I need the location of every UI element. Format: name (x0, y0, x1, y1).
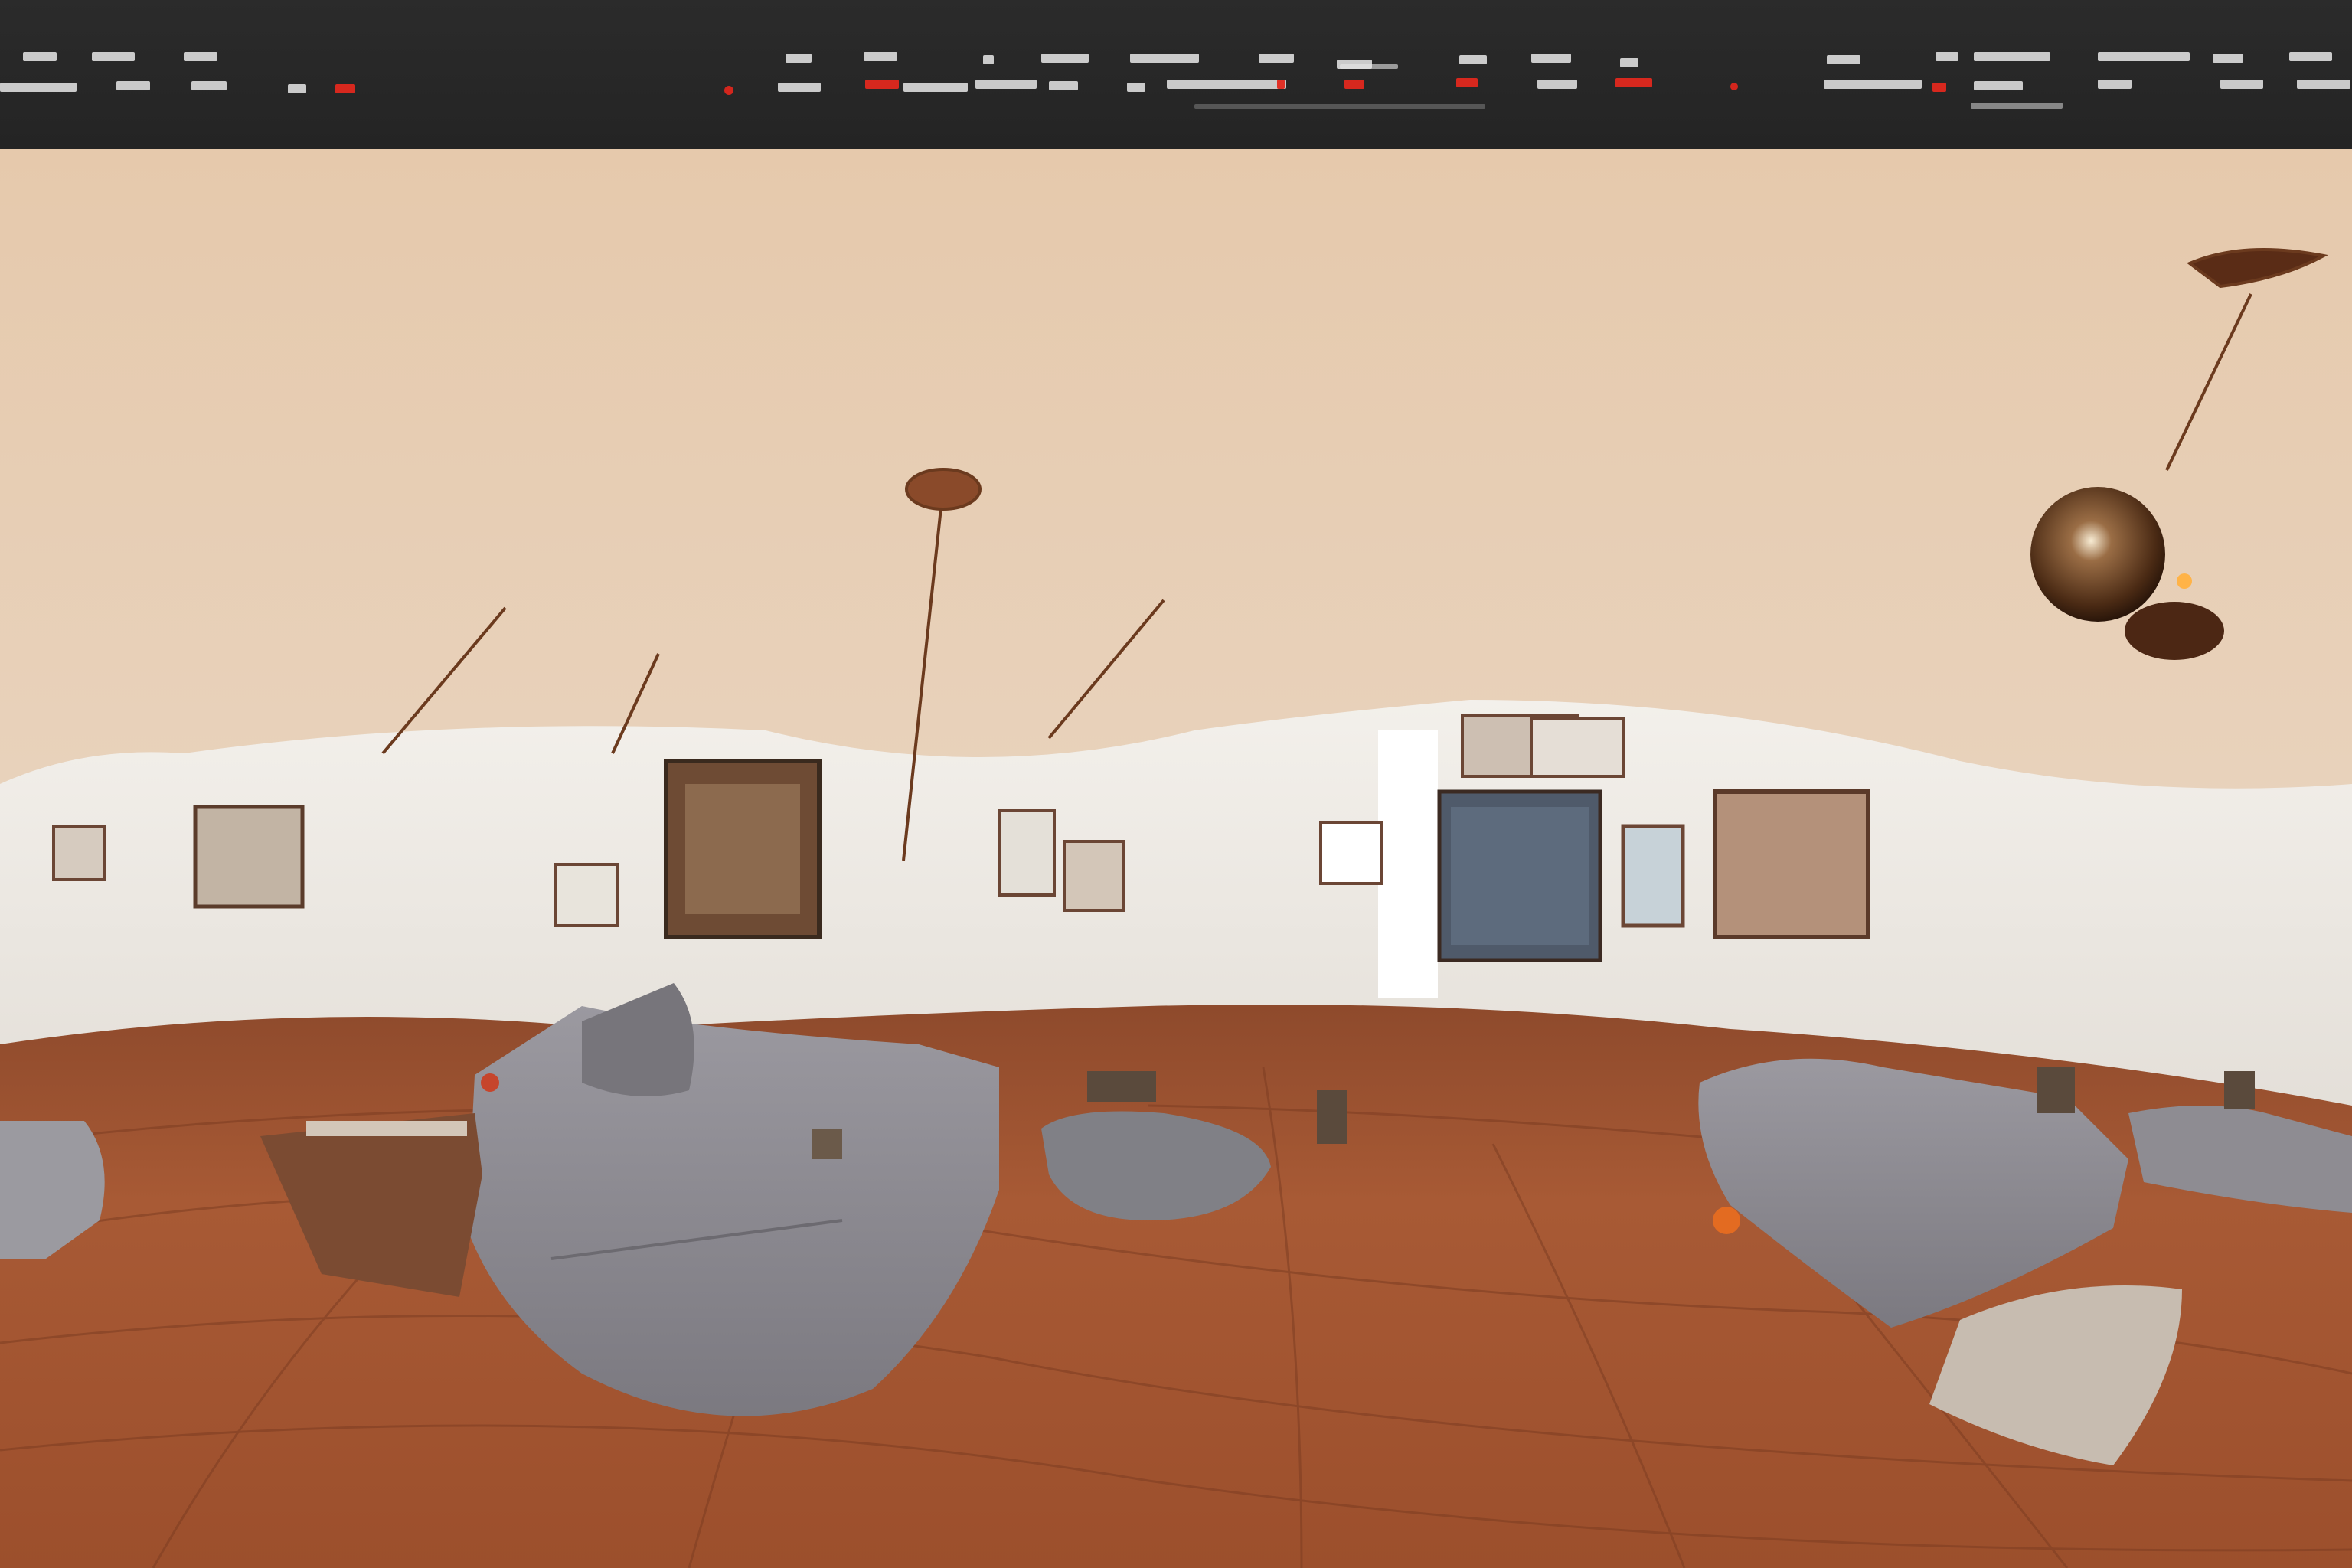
toolbar-glyph[interactable] (1130, 54, 1199, 63)
toolbar-glyph[interactable] (975, 80, 1037, 89)
toolbar-glyph[interactable] (1537, 80, 1577, 89)
toolbar-glyph[interactable] (1971, 103, 2063, 109)
toolbar-glyph[interactable] (2297, 80, 2350, 89)
toolbar-glyph[interactable] (1936, 52, 1958, 61)
toolbar-glyph[interactable] (335, 84, 355, 93)
toolbar-glyph[interactable] (1259, 54, 1294, 63)
toolbar-glyph[interactable] (1824, 80, 1922, 89)
toolbar-glyph[interactable] (1277, 80, 1285, 89)
toolbar-glyph[interactable] (2289, 52, 2332, 61)
record-dot-icon[interactable] (724, 86, 733, 95)
toolbar-glyph[interactable] (1974, 81, 2023, 90)
toolbar-glyph[interactable] (1615, 78, 1652, 87)
toolbar-glyph[interactable] (1041, 54, 1089, 63)
toolbar-glyph[interactable] (92, 52, 135, 61)
toolbar-glyph[interactable] (1932, 83, 1946, 92)
toolbar-glyph[interactable] (23, 52, 57, 61)
screenshot-root (0, 0, 2352, 1568)
toolbar-glyph[interactable] (903, 83, 968, 92)
toolbar-glyph[interactable] (1456, 78, 1478, 87)
toolbar-glyph[interactable] (983, 55, 994, 64)
toolbar-glyph[interactable] (116, 81, 150, 90)
toolbar-glyph[interactable] (2098, 52, 2190, 61)
toolbar-glyph[interactable] (786, 54, 812, 63)
toolbar-glyph[interactable] (1344, 80, 1364, 89)
toolbar-glyph[interactable] (778, 83, 821, 92)
toolbar-glyph[interactable] (184, 52, 217, 61)
toolbar-glyph[interactable] (191, 81, 227, 90)
toolbar-glyph[interactable] (2098, 80, 2132, 89)
toolbar-glyph[interactable] (0, 83, 77, 92)
toolbar-glyph (1194, 104, 1485, 109)
toolbar-glyph[interactable] (288, 84, 306, 93)
top-toolbar (0, 0, 2352, 150)
toolbar-glyph[interactable] (1974, 52, 2050, 61)
toolbar-glyph (1340, 64, 1398, 69)
toolbar-glyph[interactable] (864, 52, 897, 61)
toolbar-glyph[interactable] (1531, 54, 1571, 63)
toolbar-glyph[interactable] (1459, 55, 1487, 64)
toolbar-glyph[interactable] (1620, 58, 1638, 67)
toolbar-glyph[interactable] (2213, 54, 2243, 63)
doorway (1378, 730, 1438, 998)
panorama-view[interactable] (0, 149, 2352, 1568)
toolbar-glyph[interactable] (1827, 55, 1860, 64)
toolbar-glyph[interactable] (865, 80, 899, 89)
toolbar-glyph[interactable] (1167, 80, 1286, 89)
record-dot-icon[interactable] (1730, 83, 1738, 90)
panorama-icon (0, 149, 2352, 1568)
toolbar-glyph[interactable] (2220, 80, 2263, 89)
toolbar-glyph[interactable] (1127, 83, 1145, 92)
toolbar-glyph[interactable] (1049, 81, 1078, 90)
